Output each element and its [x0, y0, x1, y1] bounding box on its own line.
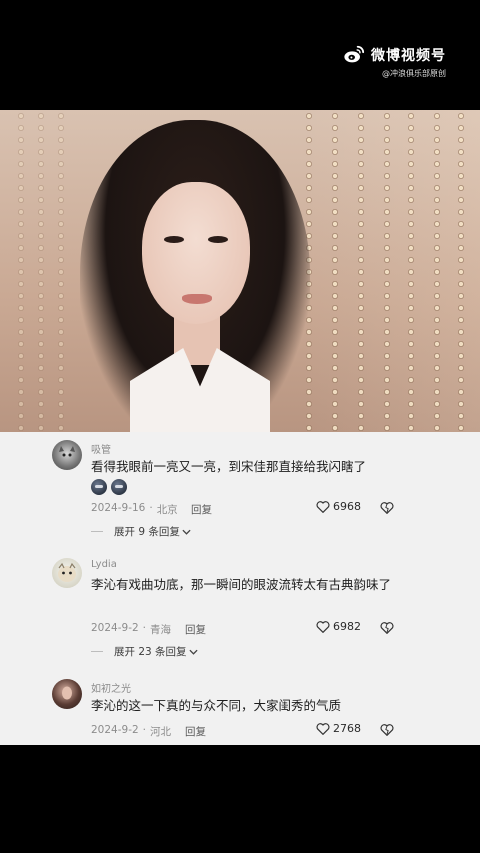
comment-username[interactable]: 如初之光 [91, 680, 131, 695]
like-button[interactable]: 2768 [316, 722, 361, 735]
video-frame[interactable] [0, 110, 480, 432]
reply-button[interactable]: 回复 [185, 622, 206, 637]
portrait-avatar-icon [62, 686, 72, 700]
avatar[interactable] [52, 440, 82, 470]
watermark-title: 微博视频号 [371, 48, 446, 64]
like-button[interactable]: 6968 [316, 500, 361, 513]
like-count: 6968 [333, 500, 361, 513]
like-count: 2768 [333, 722, 361, 735]
comment-date: 2024-9-2 [91, 724, 139, 736]
cartoon-avatar-icon [58, 562, 76, 582]
comment-text: 李沁有戏曲功底，那一瞬间的眼波流转太有古典韵味了 [91, 577, 392, 592]
emoji-row [91, 479, 131, 495]
heart-icon [316, 621, 330, 633]
emoji-icon [111, 479, 127, 495]
avatar[interactable] [52, 679, 82, 709]
comments-panel: 吸管 看得我眼前一亮又一亮，到宋佳那直接给我闪瞎了 2024-9-16 · 北京 … [0, 432, 480, 745]
expand-replies-button[interactable]: 展开 9 条回复 [114, 524, 191, 539]
expand-replies-button[interactable]: 展开 23 条回复 [114, 644, 198, 659]
comment-meta: 2024-9-2 · 青海 [91, 622, 172, 636]
weibo-logo-icon [344, 45, 365, 63]
reply-button[interactable]: 回复 [191, 502, 212, 517]
like-button[interactable]: 6982 [316, 620, 361, 633]
like-count: 6982 [333, 620, 361, 633]
broken-heart-icon[interactable] [380, 723, 394, 736]
expand-replies-label: 展开 23 条回复 [114, 646, 187, 658]
comment-username[interactable]: 吸管 [91, 441, 111, 456]
comment-meta: 2024-9-2 · 河北 [91, 724, 172, 738]
comment-meta: 2024-9-16 · 北京 [91, 502, 178, 516]
heart-icon [316, 501, 330, 513]
comment-date: 2024-9-16 [91, 502, 146, 514]
broken-heart-icon[interactable] [380, 501, 394, 514]
emoji-icon [91, 479, 107, 495]
broken-heart-icon[interactable] [380, 621, 394, 634]
chevron-down-icon [182, 529, 191, 535]
comment-text: 看得我眼前一亮又一亮，到宋佳那直接给我闪瞎了 [91, 459, 367, 474]
woman-figure [80, 120, 310, 432]
bead-curtain [300, 110, 480, 432]
avatar[interactable] [52, 558, 82, 588]
expand-replies-label: 展开 9 条回复 [114, 526, 180, 538]
comment-location: 河北 [150, 726, 172, 738]
reply-button[interactable]: 回复 [185, 724, 206, 739]
watermark-handle: @冲浪俱乐部原创 [382, 69, 446, 78]
weibo-watermark: 微博视频号 @冲浪俱乐部原创 [343, 44, 446, 79]
chevron-down-icon [188, 649, 198, 655]
heart-icon [316, 723, 330, 735]
comment-text: 李沁的这一下真的与众不同，大家闺秀的气质 [91, 698, 342, 713]
comment-location: 青海 [150, 624, 172, 636]
comment-username[interactable]: Lydia [91, 559, 117, 570]
cat-avatar-icon [59, 446, 75, 457]
comment-location: 北京 [156, 504, 178, 516]
comment-date: 2024-9-2 [91, 622, 139, 634]
